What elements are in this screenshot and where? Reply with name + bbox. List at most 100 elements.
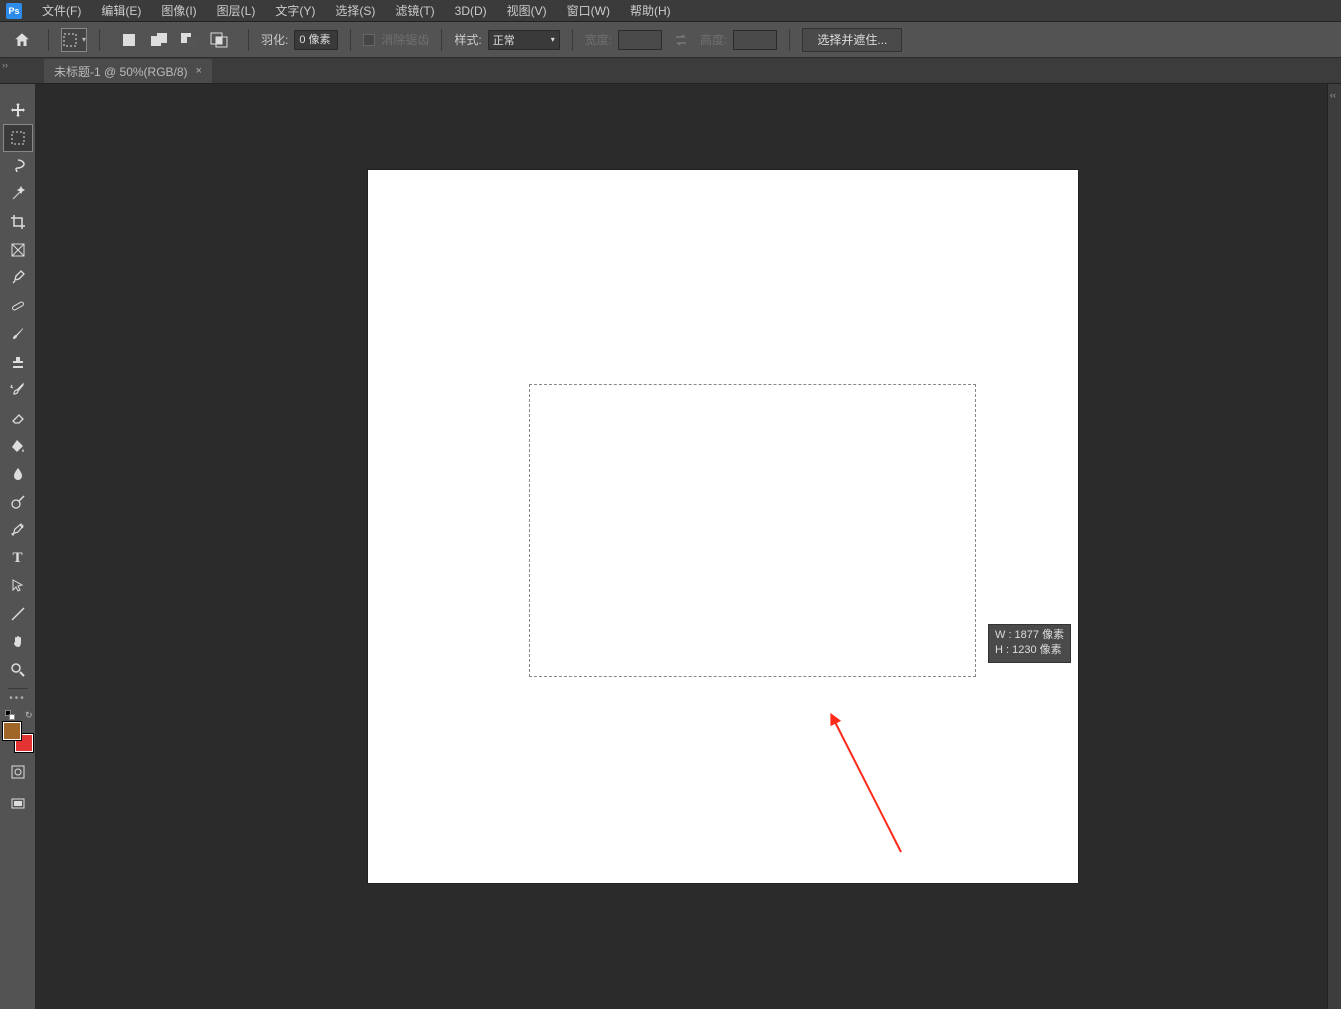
brush-tool[interactable] [3, 320, 33, 348]
selection-subtract-icon [180, 32, 198, 48]
selection-marquee [529, 384, 976, 677]
antialias-label: 消除锯齿 [381, 31, 429, 48]
frame-tool[interactable] [3, 236, 33, 264]
dodge-icon [10, 494, 26, 510]
lasso-icon [10, 158, 26, 174]
menu-bar: Ps 文件(F) 编辑(E) 图像(I) 图层(L) 文字(Y) 选择(S) 滤… [0, 0, 1341, 22]
pen-tool[interactable] [3, 516, 33, 544]
separator [350, 29, 351, 51]
move-tool[interactable] [3, 96, 33, 124]
history-brush-tool[interactable] [3, 376, 33, 404]
right-panel-collapsed[interactable]: ‹‹ [1327, 84, 1341, 1009]
healing-tool[interactable] [3, 292, 33, 320]
home-icon [13, 31, 31, 49]
lasso-tool[interactable] [3, 152, 33, 180]
selection-mode-group [116, 28, 232, 52]
document-tab[interactable]: 未标题-1 @ 50%(RGB/8) × [44, 59, 212, 83]
menu-view[interactable]: 视图(V) [497, 0, 557, 22]
screen-mode-button[interactable] [3, 790, 33, 818]
menu-layer[interactable]: 图层(L) [207, 0, 266, 22]
selection-add-button[interactable] [146, 28, 172, 52]
gradient-tool[interactable] [3, 432, 33, 460]
menu-window[interactable]: 窗口(W) [557, 0, 620, 22]
marquee-tool[interactable] [3, 124, 33, 152]
hand-tool[interactable] [3, 628, 33, 656]
separator [441, 29, 442, 51]
dimensions-tooltip: W : 1877 像素 H : 1230 像素 [988, 624, 1071, 663]
style-value: 正常 [493, 32, 515, 48]
app-icon: Ps [6, 3, 22, 19]
selection-add-icon [150, 32, 168, 48]
expand-handle-icon[interactable]: ›› [2, 60, 14, 68]
swap-colors-button[interactable]: ↻ [25, 710, 33, 721]
eraser-tool[interactable] [3, 404, 33, 432]
eraser-icon [10, 410, 26, 426]
zoom-tool[interactable] [3, 656, 33, 684]
menu-filter[interactable]: 滤镜(T) [385, 0, 444, 22]
menu-file[interactable]: 文件(F) [32, 0, 91, 22]
menu-image[interactable]: 图像(I) [151, 0, 206, 22]
eyedropper-tool[interactable] [3, 264, 33, 292]
canvas-area[interactable]: W : 1877 像素 H : 1230 像素 [36, 84, 1327, 1009]
chevron-down-icon: ▾ [551, 35, 555, 44]
default-colors-button[interactable] [5, 710, 15, 720]
close-icon[interactable]: × [196, 65, 202, 77]
select-and-mask-button[interactable]: 选择并遮住... [802, 28, 902, 52]
arrow-cursor-icon [10, 578, 26, 594]
home-button[interactable] [8, 28, 36, 52]
type-icon: T [12, 550, 22, 567]
history-brush-icon [10, 382, 26, 398]
bandaid-icon [10, 298, 26, 314]
stamp-icon [10, 354, 26, 370]
marquee-icon [62, 32, 78, 48]
type-tool[interactable]: T [3, 544, 33, 572]
drop-icon [10, 466, 26, 482]
selection-subtract-button[interactable] [176, 28, 202, 52]
wand-icon [10, 186, 26, 202]
quick-mask-icon [10, 764, 26, 780]
workspace: T ••• ↻ [0, 84, 1341, 1009]
separator [8, 688, 28, 689]
line-icon [10, 606, 26, 622]
selection-new-icon [121, 32, 137, 48]
width-input [618, 30, 662, 50]
color-swatches[interactable]: ↻ [3, 722, 33, 752]
separator [48, 29, 49, 51]
shape-tool[interactable] [3, 600, 33, 628]
pen-icon [10, 522, 26, 538]
dodge-tool[interactable] [3, 488, 33, 516]
menu-edit[interactable]: 编辑(E) [91, 0, 151, 22]
document-tab-title: 未标题-1 @ 50%(RGB/8) [54, 63, 188, 80]
separator [789, 29, 790, 51]
tooltip-width: W : 1877 像素 [995, 628, 1064, 643]
quick-select-tool[interactable] [3, 180, 33, 208]
menu-type[interactable]: 文字(Y) [265, 0, 325, 22]
menu-3d[interactable]: 3D(D) [445, 1, 497, 21]
style-label: 样式: [454, 31, 481, 48]
crop-tool[interactable] [3, 208, 33, 236]
selection-intersect-button[interactable] [206, 28, 232, 52]
swap-icon [674, 33, 688, 47]
quick-mask-button[interactable] [3, 758, 33, 786]
edit-toolbar-button[interactable]: ••• [9, 693, 26, 704]
move-icon [10, 102, 26, 118]
foreground-color[interactable] [3, 722, 21, 740]
marquee-tool-preset[interactable]: ▾ [61, 28, 87, 52]
screen-mode-icon [10, 796, 26, 812]
hand-icon [10, 634, 26, 650]
marquee-icon [10, 130, 26, 146]
menu-help[interactable]: 帮助(H) [620, 0, 681, 22]
brush-icon [10, 326, 26, 342]
path-select-tool[interactable] [3, 572, 33, 600]
swap-wh-button [668, 28, 694, 52]
crop-icon [10, 214, 26, 230]
options-bar: ▾ 羽化: 0 像素 消除锯齿 样式: 正常 ▾ 宽度: 高度: 选择并遮住..… [0, 22, 1341, 58]
feather-input[interactable]: 0 像素 [294, 30, 338, 50]
menu-select[interactable]: 选择(S) [325, 0, 385, 22]
document-tab-bar: 未标题-1 @ 50%(RGB/8) × [0, 58, 1341, 84]
blur-tool[interactable] [3, 460, 33, 488]
selection-new-button[interactable] [116, 28, 142, 52]
stamp-tool[interactable] [3, 348, 33, 376]
style-select[interactable]: 正常 ▾ [488, 30, 560, 50]
tooltip-height: H : 1230 像素 [995, 643, 1064, 658]
